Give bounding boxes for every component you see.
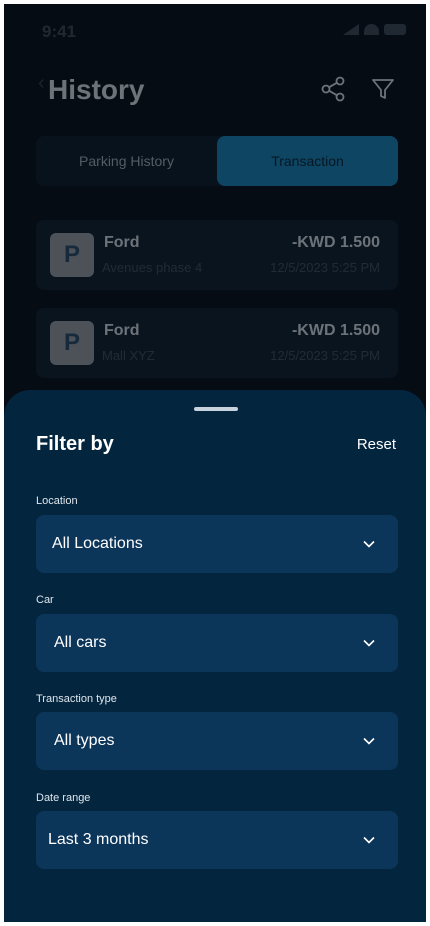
reset-button[interactable]: Reset xyxy=(357,436,396,453)
location-dropdown[interactable]: All Locations xyxy=(36,515,398,573)
date-range-label: Date range xyxy=(36,792,91,804)
transaction-type-dropdown[interactable]: All types xyxy=(36,712,398,770)
drag-handle[interactable] xyxy=(194,407,238,411)
car-value: All cars xyxy=(54,634,107,651)
date-range-value: Last 3 months xyxy=(48,831,149,848)
location-label: Location xyxy=(36,495,78,507)
chevron-down-icon xyxy=(363,639,375,647)
phone-screen: 9:41 ‹ History Parking History Transacti… xyxy=(4,4,426,922)
chevron-down-icon xyxy=(363,836,375,844)
filter-bottom-sheet: Filter by Reset Location All Locations C… xyxy=(4,390,426,922)
sheet-title: Filter by xyxy=(36,433,114,455)
chevron-down-icon xyxy=(363,737,375,745)
transaction-type-value: All types xyxy=(54,732,115,749)
chevron-down-icon xyxy=(363,540,375,548)
date-range-dropdown[interactable]: Last 3 months xyxy=(36,811,398,869)
location-value: All Locations xyxy=(52,535,143,552)
car-label: Car xyxy=(36,594,54,606)
car-dropdown[interactable]: All cars xyxy=(36,614,398,672)
transaction-type-label: Transaction type xyxy=(36,693,117,705)
